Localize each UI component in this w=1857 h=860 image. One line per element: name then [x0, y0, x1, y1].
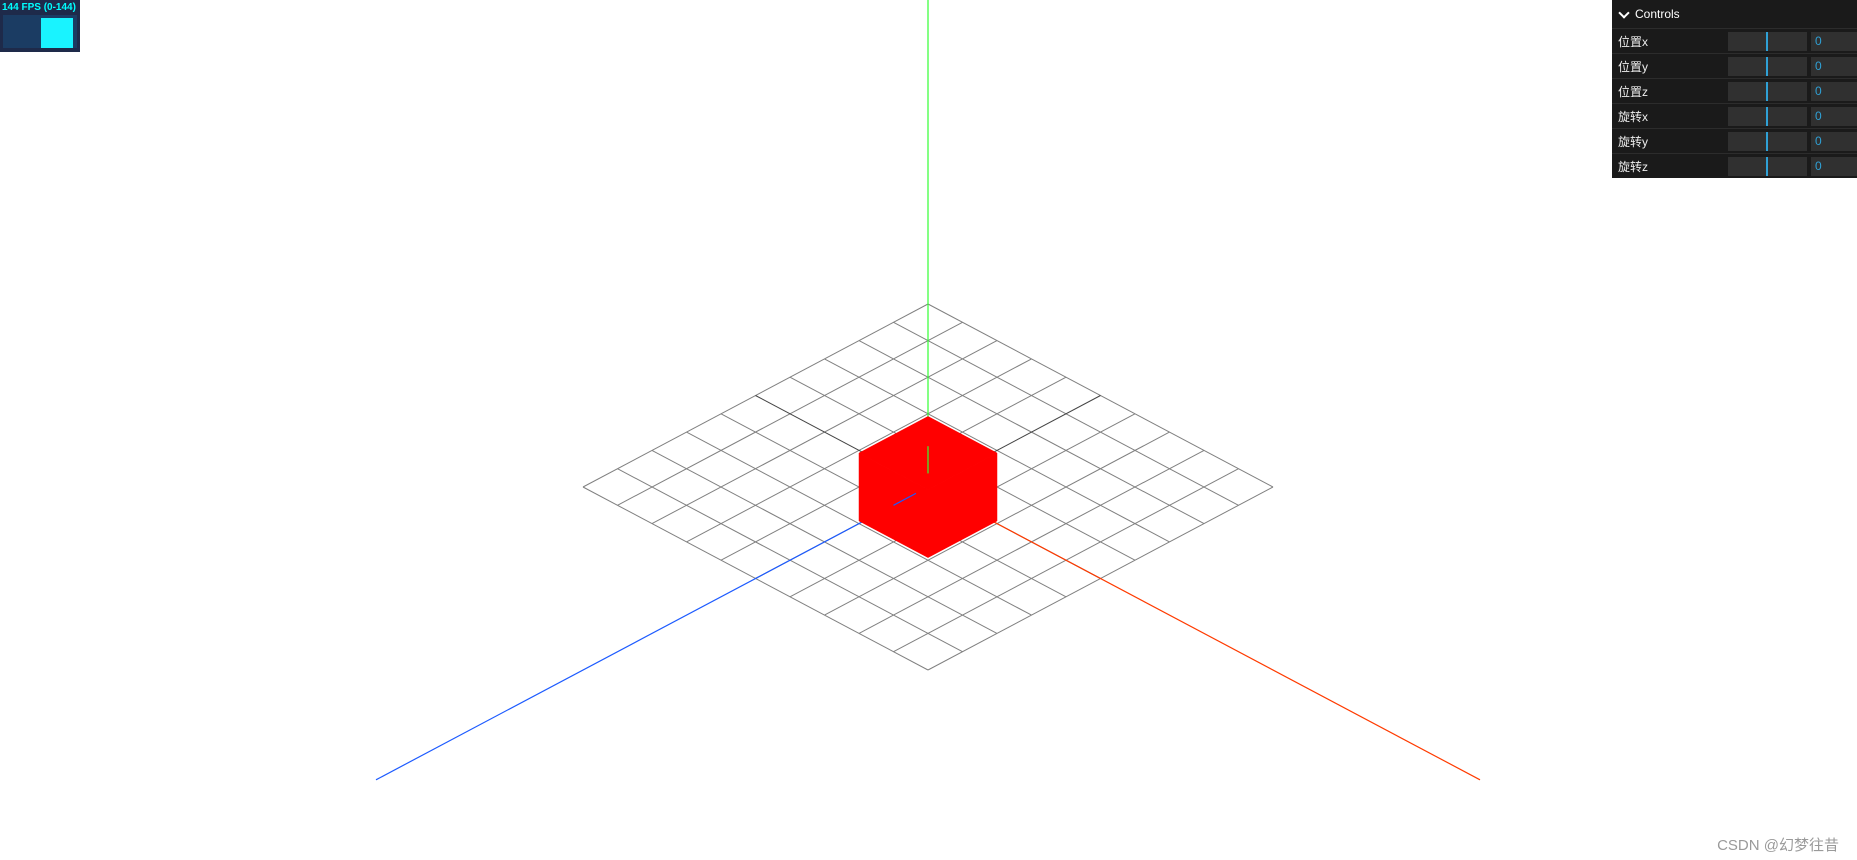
chevron-down-icon — [1618, 6, 1630, 19]
control-number-input[interactable] — [1811, 81, 1857, 101]
controls-folder-title: Controls — [1635, 7, 1680, 21]
control-row: 位置z — [1612, 78, 1857, 103]
control-row: 旋转y — [1612, 128, 1857, 153]
control-row: 位置x — [1612, 28, 1857, 53]
slider-knob[interactable] — [1766, 156, 1769, 176]
control-slider[interactable] — [1727, 56, 1807, 76]
control-row: 旋转x — [1612, 103, 1857, 128]
fps-graph — [3, 15, 77, 48]
control-number-input[interactable] — [1811, 31, 1857, 51]
slider-knob[interactable] — [1766, 81, 1769, 101]
control-label: 旋转z — [1618, 159, 1649, 174]
control-label: 位置x — [1618, 34, 1649, 49]
fps-stats-panel[interactable]: 144 FPS (0-144) — [0, 0, 80, 52]
control-number-input[interactable] — [1811, 131, 1857, 151]
control-label: 位置z — [1618, 84, 1649, 99]
control-slider[interactable] — [1727, 131, 1807, 151]
control-label: 位置y — [1618, 59, 1649, 74]
control-number-input[interactable] — [1811, 56, 1857, 76]
control-label: 旋转x — [1618, 109, 1649, 124]
z-axis-line — [375, 486, 929, 781]
axes-helper — [375, 0, 1481, 781]
controls-folder-header[interactable]: Controls — [1612, 0, 1857, 28]
slider-knob[interactable] — [1766, 56, 1769, 76]
control-number-input[interactable] — [1811, 156, 1857, 176]
slider-knob[interactable] — [1766, 31, 1769, 51]
control-row: 位置y — [1612, 53, 1857, 78]
fps-graph-bar — [41, 18, 73, 48]
control-slider[interactable] — [1727, 106, 1807, 126]
red-cube — [858, 416, 998, 559]
fps-readout: 144 FPS (0-144) — [2, 2, 76, 13]
control-label: 旋转y — [1618, 134, 1649, 149]
x-axis-line — [927, 486, 1481, 781]
slider-knob[interactable] — [1766, 131, 1769, 151]
control-number-input[interactable] — [1811, 106, 1857, 126]
controls-panel[interactable]: Controls 位置x 位置y 位置z 旋转x 旋转y 旋转z — [1612, 0, 1857, 178]
slider-knob[interactable] — [1766, 106, 1769, 126]
three-viewport[interactable] — [0, 0, 1857, 860]
watermark-text: CSDN @幻梦往昔 — [1717, 837, 1839, 854]
control-slider[interactable] — [1727, 81, 1807, 101]
control-row: 旋转z — [1612, 153, 1857, 178]
control-slider[interactable] — [1727, 156, 1807, 176]
control-slider[interactable] — [1727, 31, 1807, 51]
